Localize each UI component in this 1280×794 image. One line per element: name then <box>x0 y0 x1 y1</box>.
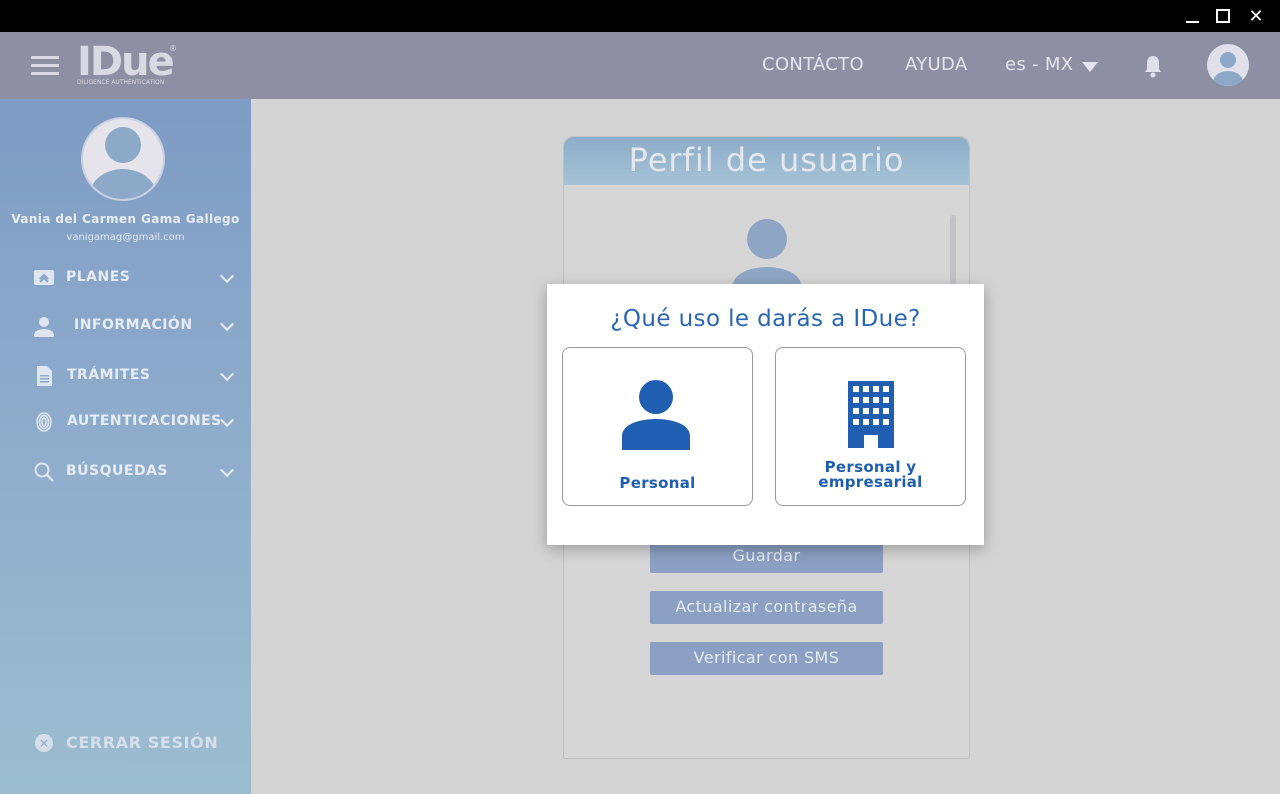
plans-icon <box>34 270 54 285</box>
sidebar-item-label: AUTENTICACIONES <box>67 413 222 429</box>
user-avatar[interactable] <box>1207 44 1249 86</box>
logo-text: IDue <box>77 39 175 85</box>
sidebar-item-label: PLANES <box>66 269 131 285</box>
sidebar-item-tramites[interactable]: TRÁMITES <box>0 361 251 391</box>
usage-type-modal: ¿Qué uso le darás a IDue? Personal Perso… <box>547 284 984 545</box>
fingerprint-icon <box>36 412 52 432</box>
logo-tagline: DILIGENCE AUTHENTICATION <box>77 79 165 86</box>
update-password-button[interactable]: Actualizar contraseña <box>650 591 883 624</box>
sidebar-item-informacion[interactable]: INFORMACIÓN <box>0 311 251 341</box>
maximize-icon[interactable] <box>1206 0 1240 32</box>
sidebar: Vania del Carmen Gama Gallego vanigamag@… <box>0 99 251 794</box>
menu-icon[interactable] <box>31 56 59 76</box>
person-icon <box>622 380 690 450</box>
chevron-down-icon <box>219 412 235 428</box>
logout-button[interactable]: × CERRAR SESIÓN <box>0 729 251 759</box>
chevron-down-icon <box>219 268 235 284</box>
document-icon <box>37 366 52 386</box>
sidebar-avatar[interactable] <box>81 117 165 201</box>
sidebar-user-email: vanigamag@gmail.com <box>66 232 185 243</box>
window-titlebar: ✕ <box>0 0 1280 32</box>
sidebar-item-busquedas[interactable]: BÚSQUEDAS <box>0 457 251 487</box>
option-personal-label: Personal <box>619 474 696 492</box>
sidebar-item-label: INFORMACIÓN <box>74 317 193 333</box>
verify-sms-button[interactable]: Verificar con SMS <box>650 642 883 675</box>
profile-card-header: Perfil de usuario <box>564 137 969 185</box>
option-business[interactable]: Personal y empresarial <box>775 347 966 506</box>
nav-contact-link[interactable]: CONTÁCTO <box>762 54 864 75</box>
logo-registered-mark: ® <box>169 44 177 53</box>
modal-title: ¿Qué uso le darás a IDue? <box>610 306 921 332</box>
chevron-down-icon[interactable] <box>1082 62 1098 72</box>
bell-icon[interactable] <box>1143 54 1163 78</box>
option-business-label-line2: empresarial <box>818 473 923 491</box>
chevron-down-icon <box>219 366 235 382</box>
close-circle-icon: × <box>35 734 53 752</box>
logout-label: CERRAR SESIÓN <box>66 733 219 752</box>
person-icon <box>34 317 54 337</box>
option-personal[interactable]: Personal <box>562 347 753 506</box>
chevron-down-icon <box>219 316 235 332</box>
building-icon <box>848 381 894 448</box>
scrollbar[interactable] <box>950 215 956 295</box>
search-icon <box>34 462 54 482</box>
profile-person-icon <box>733 219 801 285</box>
sidebar-user-name: Vania del Carmen Gama Gallego <box>11 212 240 226</box>
language-selector[interactable]: es - MX <box>1005 54 1073 75</box>
page-title: Perfil de usuario <box>628 141 905 179</box>
avatar-person-icon <box>1213 52 1243 86</box>
app-logo[interactable]: IDue DILIGENCE AUTHENTICATION ® <box>77 39 177 86</box>
close-icon[interactable]: ✕ <box>1239 0 1273 32</box>
sidebar-item-label: TRÁMITES <box>67 367 151 383</box>
chevron-down-icon <box>219 462 235 478</box>
sidebar-item-planes[interactable]: PLANES <box>0 263 251 293</box>
nav-help-link[interactable]: AYUDA <box>905 54 967 75</box>
minimize-icon[interactable] <box>1175 0 1209 32</box>
app-header: IDue DILIGENCE AUTHENTICATION ® CONTÁCTO… <box>0 32 1280 99</box>
sidebar-item-autenticaciones[interactable]: AUTENTICACIONES <box>0 407 251 437</box>
sidebar-item-label: BÚSQUEDAS <box>66 463 168 479</box>
avatar-person-icon <box>89 127 157 199</box>
option-business-label: Personal y empresarial <box>776 460 965 490</box>
